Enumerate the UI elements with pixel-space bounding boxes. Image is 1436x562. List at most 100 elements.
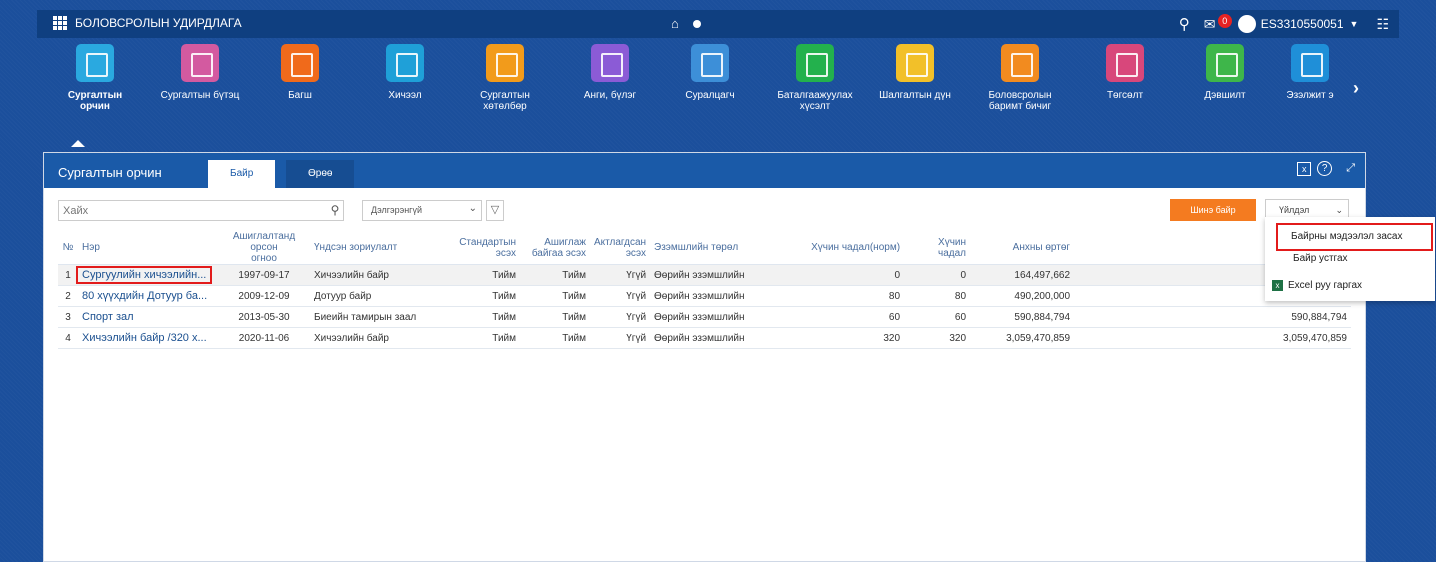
app-brand[interactable]: БОЛОВСРОЛЫН УДИРДЛАГА [53, 16, 242, 30]
cell-date: 2009-12-09 [218, 285, 310, 307]
search-input[interactable] [59, 201, 319, 220]
col-date-line1: Ашиглалтанд орсон [232, 231, 296, 253]
cell-active: Үгүй [590, 327, 651, 349]
cell-ownership: Өөрийн эзэмшлийн [650, 264, 791, 286]
module-item[interactable]: Боловсролын баримт бичиг [975, 44, 1065, 112]
table-row[interactable]: 4 Хичээлийн байр /320 х... 2020-11-06 Хичээ… [58, 327, 1351, 349]
col-purpose[interactable]: Үндсэн зориулалт [310, 231, 450, 265]
notification-bell[interactable]: ✉ 0 [1203, 13, 1232, 33]
module-item[interactable]: Анги, бүлэг [565, 44, 655, 101]
settings-icon[interactable]: ☷ [1376, 16, 1389, 33]
module-icon [1001, 44, 1039, 82]
menu-item-export-excel[interactable]: x Excel руу гаргах [1265, 280, 1435, 291]
filter-funnel-icon[interactable]: ▽ [486, 200, 504, 221]
cell-initial-value: 3,059,470,859 [970, 327, 1075, 349]
module-label-line1: Суралцагч [685, 90, 735, 101]
export-icon[interactable]: x [1297, 161, 1312, 176]
col-capacity-norm[interactable]: Хүчин чадал(норм) [790, 231, 905, 265]
module-label-line1: Эзэлжит э [1286, 90, 1334, 101]
menu-item-edit-building[interactable]: Байрны мэдээлэл засах [1276, 223, 1433, 251]
cell-no: 2 [58, 285, 78, 307]
building-name-link[interactable]: Хичээлийн байр /320 х... [82, 332, 207, 344]
col-active[interactable]: Актлагдсан эсэх [590, 231, 651, 265]
new-building-button[interactable]: Шинэ байр [1170, 199, 1256, 221]
action-menu: Байрны мэдээлэл засах Байр устгах x Exce… [1265, 217, 1435, 301]
menu-item-delete-building[interactable]: Байр устгах [1265, 253, 1435, 264]
module-item[interactable]: Сургалтын бүтэц [155, 44, 245, 101]
col-date[interactable]: Ашиглалтанд орсон огноо [218, 231, 310, 265]
chevron-right-icon[interactable]: › [1353, 78, 1359, 99]
col-initial-value[interactable]: Анхны өртөг [970, 231, 1075, 265]
cell-name: 80 хүүхдийн Дотуур ба... [78, 285, 218, 307]
module-label-line2: хүсэлт [799, 101, 831, 112]
search-icon[interactable]: ⚲ [1179, 15, 1190, 33]
module-item[interactable]: Баталгаажуулах хүсэлт [770, 44, 860, 112]
col-no[interactable]: № [58, 231, 78, 265]
module-label-line1: Сургалтын бүтэц [160, 90, 240, 101]
chevron-down-icon[interactable]: ▼ [1350, 19, 1359, 29]
module-label: Суралцагч [665, 90, 755, 101]
cell-initial-value: 590,884,794 [970, 306, 1075, 328]
bell-icon: ✉ [1203, 15, 1216, 32]
module-icon [1106, 44, 1144, 82]
col-inuse-line1: Ашиглаж [544, 236, 586, 248]
module-item[interactable]: Хичээл [360, 44, 450, 101]
module-icon [181, 44, 219, 82]
cell-no: 4 [58, 327, 78, 349]
page-dot-icon[interactable] [692, 19, 701, 28]
module-label-line2: баримт бичиг [988, 101, 1052, 112]
module-label: Сургалтын хөтөлбөр [460, 90, 550, 112]
cell-standard: Тийм [450, 285, 520, 307]
module-icon [591, 44, 629, 82]
table-row[interactable]: 3 Спорт зал 2013-05-30 Биеийн тамирын заал Т… [58, 306, 1351, 328]
filter-select-label: Дэлгэрэнгүй [371, 205, 422, 215]
cell-date: 2020-11-06 [218, 327, 310, 349]
module-item[interactable]: Шалгалтын дүн [870, 44, 960, 101]
cell-current-value: 3,059,470,859 [1074, 327, 1351, 349]
cell-date: 1997-09-17 [218, 264, 310, 286]
col-inuse[interactable]: Ашиглаж байгаа эсэх [520, 231, 590, 265]
module-item[interactable]: Эзэлжит э [1265, 44, 1355, 101]
panel-title: Сургалтын орчин [58, 165, 162, 180]
cell-initial-value: 490,200,000 [970, 285, 1075, 307]
col-capacity[interactable]: Хүчин чадал [904, 231, 971, 265]
module-item[interactable]: Багш [255, 44, 345, 101]
user-id[interactable]: ES3310550051 [1261, 17, 1344, 31]
excel-icon: x [1272, 280, 1283, 291]
cell-inuse: Тийм [520, 264, 590, 286]
building-name-link[interactable]: 80 хүүхдийн Дотуур ба... [82, 290, 207, 302]
col-standard-line1: Стандартын [459, 236, 516, 248]
module-icon [1206, 44, 1244, 82]
help-icon[interactable]: ? [1317, 161, 1333, 176]
module-item[interactable]: Сургалтын хөтөлбөр [460, 44, 550, 112]
table-row[interactable]: 1 Сургуулийн хичээлийн... 1997-09-17 Хичээл… [58, 264, 1351, 286]
module-item[interactable]: Дэвшилт [1180, 44, 1270, 101]
building-name-link[interactable]: Спорт зал [82, 311, 134, 323]
col-standard-line2: эсэх [495, 247, 516, 259]
cell-inuse: Тийм [520, 327, 590, 349]
tab-room[interactable]: Өрөө [286, 160, 355, 188]
chevron-down-icon: ⌄ [468, 203, 477, 214]
expand-icon[interactable]: ⤢ [1346, 162, 1355, 175]
module-label: Багш [255, 90, 345, 101]
module-item[interactable]: Төгсөлт [1080, 44, 1170, 101]
cell-name: Хичээлийн байр /320 х... [78, 327, 218, 349]
top-right-area: ⚲ ✉ 0 ES3310550051 ▼ ☷ [1179, 12, 1399, 36]
cell-capacity-norm: 320 [790, 327, 905, 349]
module-label: Сургалтын бүтэц [155, 90, 245, 101]
avatar[interactable] [1237, 15, 1256, 33]
col-standard[interactable]: Стандартын эсэх [450, 231, 520, 265]
apps-grid-icon[interactable] [53, 16, 69, 30]
building-name-link[interactable]: Сургуулийн хичээлийн... [76, 266, 213, 284]
filter-select[interactable]: Дэлгэрэнгүй ⌄ [362, 200, 482, 221]
tab-building[interactable]: Байр [208, 160, 276, 188]
cell-ownership: Өөрийн эзэмшлийн [650, 306, 791, 328]
col-name[interactable]: Нэр [78, 231, 218, 265]
module-item[interactable]: Суралцагч [665, 44, 755, 101]
cell-capacity-norm: 0 [790, 264, 905, 286]
search-icon[interactable]: ⚲ [327, 201, 343, 220]
module-item[interactable]: Сургалтын орчин [50, 44, 140, 112]
home-icon[interactable]: ⌂ [671, 16, 679, 31]
col-ownership[interactable]: Эзэмшлийн төрөл [650, 231, 791, 265]
table-row[interactable]: 2 80 хүүхдийн Дотуур ба... 2009-12-09 Дотуу… [58, 285, 1351, 307]
